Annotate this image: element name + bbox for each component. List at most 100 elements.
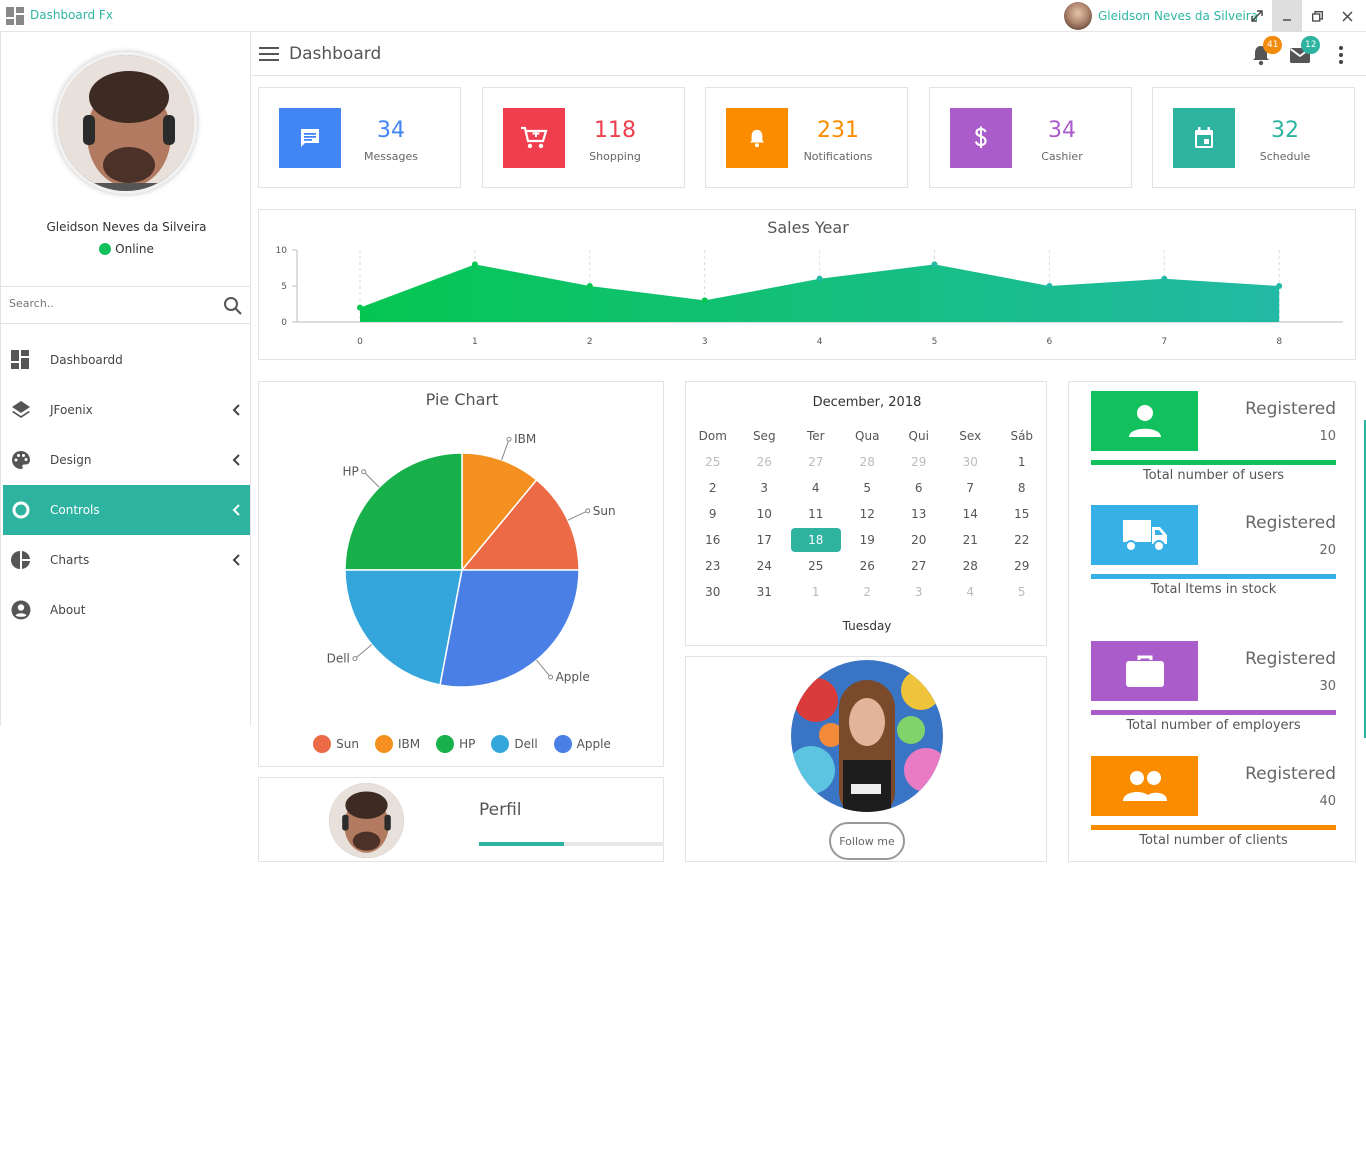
calendar-day[interactable]: 2 [842, 579, 894, 605]
calendar-day[interactable]: 3 [893, 579, 945, 605]
calendar-day[interactable]: 21 [945, 527, 997, 553]
calendar-day[interactable]: 6 [893, 475, 945, 501]
calendar-day[interactable]: 26 [739, 449, 791, 475]
calendar-day[interactable]: 20 [893, 527, 945, 553]
calendar-weekday: Seg [752, 429, 776, 443]
fullscreen-button[interactable] [1242, 0, 1272, 32]
calendar-day[interactable]: 30 [687, 579, 739, 605]
sidebar-item-label: About [50, 603, 86, 617]
calendar-day[interactable]: 3 [739, 475, 791, 501]
calendar-day[interactable]: 18 [790, 527, 842, 553]
close-icon [1342, 11, 1352, 21]
stat-icon-box [279, 108, 341, 168]
hamburger-menu-icon[interactable] [259, 46, 279, 62]
calendar-day[interactable]: 1 [996, 449, 1048, 475]
search-icon[interactable] [223, 296, 243, 316]
sidebar-item-dashboard[interactable]: Dashboardd [3, 335, 250, 385]
calendar-day[interactable]: 24 [739, 553, 791, 579]
calendar-day[interactable]: 31 [739, 579, 791, 605]
reg-value: 10 [1319, 429, 1336, 444]
calendar-day[interactable]: 11 [790, 501, 842, 527]
woman-photo [791, 660, 943, 812]
reg-label: Total Items in stock [1150, 582, 1277, 597]
calendar-day[interactable]: 1 [790, 579, 842, 605]
data-point [1161, 275, 1168, 282]
sidebar-item-jfoenix[interactable]: JFoenix [3, 385, 250, 435]
close-button[interactable] [1332, 0, 1362, 32]
calendar-day[interactable]: 9 [687, 501, 739, 527]
calendar-grid: Dom Seg Ter Qua Qui Sex Sáb 25 26 27 28 29 30 1 2 3 4 5 6 7… [686, 423, 1048, 605]
calendar-day[interactable]: 29 [996, 553, 1048, 579]
calendar-day[interactable]: 8 [996, 475, 1048, 501]
reg-bar [1091, 574, 1336, 579]
pie-label: Dell [327, 652, 350, 666]
calendar-day[interactable]: 5 [996, 579, 1048, 605]
data-point [1046, 283, 1053, 289]
legend-item: Sun [313, 735, 359, 753]
calendar-day[interactable]: 7 [945, 475, 997, 501]
reg-label: Total number of employers [1126, 718, 1301, 733]
sidebar-item-about[interactable]: About [3, 585, 250, 635]
sidebar-item-design[interactable]: Design [3, 435, 250, 485]
sidebar-item-label: JFoenix [50, 403, 93, 417]
calendar-week-row: 9 10 11 12 13 14 15 [686, 501, 1048, 527]
calendar-day[interactable]: 26 [842, 553, 894, 579]
calendar-day[interactable]: 15 [996, 501, 1048, 527]
more-vert-icon[interactable] [1339, 46, 1343, 64]
follow-photo [791, 660, 943, 812]
sidebar-item-label: Controls [50, 503, 100, 517]
search-input[interactable] [9, 297, 209, 310]
calendar-day[interactable]: 29 [893, 449, 945, 475]
maximize-button[interactable] [1302, 0, 1332, 32]
calendar-day[interactable]: 30 [945, 449, 997, 475]
calendar-week-row: 25 26 27 28 29 30 1 [686, 449, 1048, 475]
calendar-day[interactable]: 13 [893, 501, 945, 527]
stat-card-schedule[interactable]: 32 Schedule [1152, 87, 1355, 188]
calendar-day[interactable]: 4 [945, 579, 997, 605]
stat-card-cashier[interactable]: 34 Cashier [929, 87, 1132, 188]
stat-card-shopping[interactable]: 118 Shopping [482, 87, 685, 188]
calendar-day[interactable]: 27 [790, 449, 842, 475]
dashboard-icon [11, 350, 29, 369]
stat-card-notifications[interactable]: 231 Notifications [705, 87, 908, 188]
calendar-week-row: 30 31 1 2 3 4 5 [686, 579, 1048, 605]
sidebar: Gleidson Neves da Silveira Online Dashbo… [0, 32, 251, 726]
legend-item: Dell [491, 735, 538, 753]
user-name[interactable]: Gleidson Neves da Silveira [1098, 9, 1258, 23]
reg-title: Registered [1245, 764, 1336, 784]
pie-label-leader [363, 471, 380, 488]
pie-label-leader [536, 659, 551, 678]
calendar-day[interactable]: 25 [687, 449, 739, 475]
header-bar: Dashboard 41 12 [251, 32, 1366, 76]
calendar-day[interactable]: 4 [790, 475, 842, 501]
minimize-button[interactable] [1272, 0, 1302, 32]
calendar-day[interactable]: 22 [996, 527, 1048, 553]
calendar-day[interactable]: 28 [842, 449, 894, 475]
x-tick-label: 8 [1276, 337, 1282, 347]
calendar-day[interactable]: 19 [842, 527, 894, 553]
follow-button[interactable]: Follow me [829, 822, 905, 860]
user-avatar[interactable] [1064, 2, 1092, 30]
calendar-day[interactable]: 16 [687, 527, 739, 553]
stat-value: 34 [1048, 118, 1076, 143]
messages-button[interactable]: 12 [1289, 36, 1321, 66]
calendar-day[interactable]: 23 [687, 553, 739, 579]
calendar-day[interactable]: 25 [790, 553, 842, 579]
calendar-day[interactable]: 2 [687, 475, 739, 501]
calendar-day[interactable]: 28 [945, 553, 997, 579]
calendar-weekday: Qua [855, 429, 880, 443]
avatar[interactable] [329, 783, 404, 858]
calendar-day[interactable]: 5 [842, 475, 894, 501]
notifications-button[interactable]: 41 [1251, 36, 1283, 66]
sidebar-item-controls[interactable]: Controls [3, 485, 250, 535]
sidebar-item-charts[interactable]: Charts [3, 535, 250, 585]
calendar-day[interactable]: 14 [945, 501, 997, 527]
calendar-day[interactable]: 10 [739, 501, 791, 527]
reg-icon-box [1091, 756, 1198, 816]
stat-card-messages[interactable]: 34 Messages [258, 87, 461, 188]
reg-icon-box [1091, 391, 1198, 451]
layers-icon [12, 401, 30, 418]
calendar-day[interactable]: 27 [893, 553, 945, 579]
calendar-day[interactable]: 12 [842, 501, 894, 527]
calendar-day[interactable]: 17 [739, 527, 791, 553]
